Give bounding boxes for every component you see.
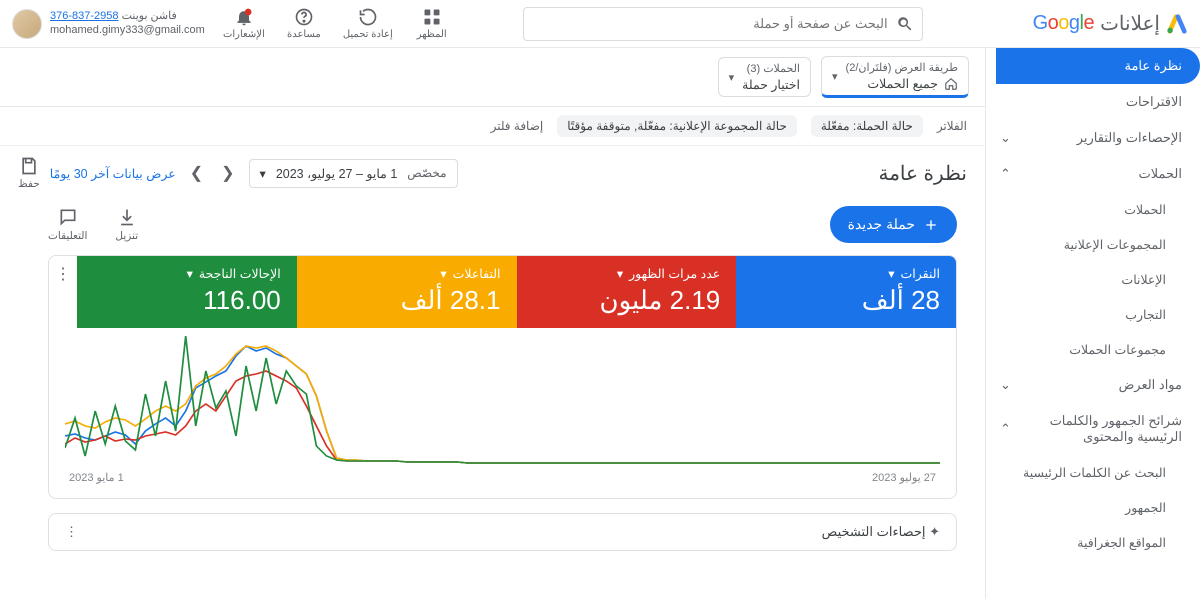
help-tool[interactable]: مساعدة [283,7,325,40]
reload-icon [358,7,378,27]
product-label: إعلانات [1100,11,1160,36]
account-email: mohamed.gimy333@gmail.com [50,24,205,38]
side-nav: نظرة عامة الاقتراحات الإحصاءات والتقارير… [985,48,1200,599]
nav-campaigns[interactable]: الحملات [986,192,1200,227]
scope-campaign[interactable]: الحملات (3) اختيار حملة ▾ [718,57,811,97]
last-30-days-link[interactable]: عرض بيانات آخر 30 يومًا [50,166,176,181]
search-input[interactable] [532,16,888,31]
reload-tool[interactable]: إعادة تحميل [343,7,393,40]
nav-audiences[interactable]: الجمهور [986,490,1200,525]
date-next[interactable]: ❯ [186,159,207,187]
download-button[interactable]: تنزيل [115,207,138,242]
save-icon [19,156,39,176]
nav-kw-search[interactable]: البحث عن الكلمات الرئيسية [986,455,1200,490]
nav-suggestions[interactable]: الاقتراحات [986,84,1200,120]
sparkle-icon: ✦ [929,524,940,539]
diagnostics-card[interactable]: ✦ إحصاءات التشخيص ⋮ [48,513,957,551]
scope-bar: طريقة العرض (فلتَران/2) جميع الحملات ▾ ا… [0,48,985,107]
account-id-link[interactable]: 376-837-2958 [50,10,119,22]
comment-icon [58,207,78,227]
metric-conversions[interactable]: الإحالات الناجحة ▾ 116.00 [77,256,297,328]
filter-chip-adgroup-status[interactable]: حالة المجموعة الإعلانية: مفعّلة, متوقفة … [557,115,797,137]
chevron-down-icon: ⌄ [1000,130,1011,146]
axis-start: 27 يوليو 2023 [872,471,936,484]
search-icon [896,15,914,33]
nav-ads[interactable]: الإعلانات [986,262,1200,297]
bell-icon [234,7,254,27]
download-icon [117,207,137,227]
card-menu[interactable]: ⋮ [49,256,77,328]
overview-chart: 27 يوليو 2023 1 مايو 2023 [49,328,956,498]
main-content: طريقة العرض (فلتَران/2) جميع الحملات ▾ ا… [0,48,985,599]
account-switcher[interactable]: 376-837-2958 فاشن بوينت mohamed.gimy333@… [12,9,205,39]
date-range-picker[interactable]: مخصّص 1 مايو – 27 يوليو، 2023 ▾ [249,159,458,188]
chevron-down-icon: ▾ [440,266,446,281]
google-wordmark: Google [1033,12,1095,35]
search-box[interactable] [523,7,923,41]
ads-logo-icon [1166,13,1188,35]
appearance-tool[interactable]: المظهر [411,7,453,40]
chevron-down-icon: ▾ [832,70,838,83]
overview-card: النقرات ▾ 28 ألف عدد مرات الظهور ▾ 2.19 … [48,255,957,499]
filters-label: الفلاتر [937,119,967,133]
chevron-down-icon: ▾ [888,266,894,281]
filter-chip-campaign-status[interactable]: حالة الحملة: مفعّلة [811,115,923,137]
comments-button[interactable]: التعليقات [48,207,87,242]
date-prev[interactable]: ❮ [217,159,238,187]
nav-adgroups[interactable]: المجموعات الإعلانية [986,227,1200,262]
metric-impressions[interactable]: عدد مرات الظهور ▾ 2.19 مليون [517,256,737,328]
metric-clicks[interactable]: النقرات ▾ 28 ألف [736,256,956,328]
new-campaign-button[interactable]: حملة جديدة [830,206,957,243]
nav-experiments[interactable]: التجارب [986,297,1200,332]
chevron-down-icon: ▾ [260,166,266,181]
filter-bar: الفلاتر حالة الحملة: مفعّلة حالة المجموع… [0,107,985,146]
nav-audiences-header[interactable]: شرائح الجمهور والكلمات الرئيسية والمحتوى… [986,403,1200,455]
home-icon [944,77,958,91]
help-icon [294,7,314,27]
line-chart [65,336,940,466]
page-title: نظرة عامة [878,161,967,186]
add-filter[interactable]: إضافة فلتر [491,119,544,133]
axis-end: 1 مايو 2023 [69,471,124,484]
top-header: إعلانات Google المظهر إعادة تحميل مساعدة… [0,0,1200,48]
chevron-down-icon: ▾ [187,266,193,281]
chevron-down-icon: ▾ [617,266,623,281]
nav-assets[interactable]: مواد العرض⌄ [986,367,1200,403]
brand: إعلانات Google [1033,11,1188,36]
nav-campaign-groups[interactable]: مجموعات الحملات [986,332,1200,367]
nav-stats[interactable]: الإحصاءات والتقارير⌄ [986,120,1200,156]
grid-icon [422,7,442,27]
scope-view[interactable]: طريقة العرض (فلتَران/2) جميع الحملات ▾ [821,56,969,98]
card-menu[interactable]: ⋮ [65,524,78,540]
save-view[interactable]: حفظ [18,156,40,190]
nav-campaigns-header[interactable]: الحملات⌃ [986,156,1200,192]
plus-icon [923,217,939,233]
chevron-up-icon: ⌃ [1000,421,1011,437]
avatar[interactable] [12,9,42,39]
chevron-down-icon: ⌄ [1000,377,1011,393]
chevron-up-icon: ⌃ [1000,166,1011,182]
notifications-tool[interactable]: الإشعارات [223,7,265,40]
nav-overview[interactable]: نظرة عامة [996,48,1200,84]
metric-interactions[interactable]: التفاعلات ▾ 28.1 ألف [297,256,517,328]
chevron-down-icon: ▾ [729,71,735,84]
nav-geo[interactable]: المواقع الجغرافية [986,525,1200,560]
